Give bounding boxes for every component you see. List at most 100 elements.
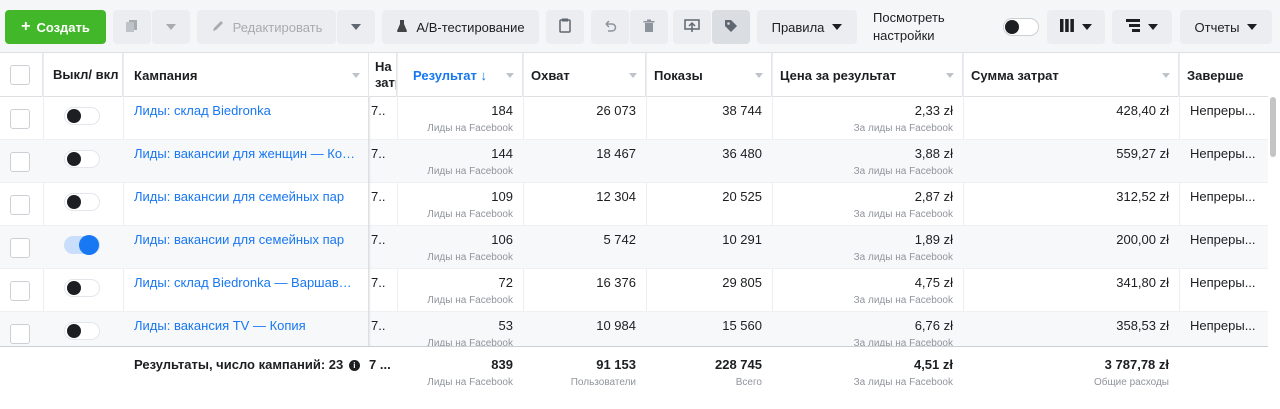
cpr-cell: 2,87 zł За лиды на Facebook [772,183,963,226]
chevron-down-icon [166,24,176,30]
result-cell: 184 Лиды на Facebook [397,97,523,140]
chevron-down-icon [629,73,637,78]
chevron-down-icon [506,73,514,78]
column-header-campaign[interactable]: Кампания [123,53,369,97]
totals-cpr-value: 4,51 zł [913,357,953,372]
impressions-value: 38 744 [722,103,762,118]
reports-label: Отчеты [1194,19,1240,35]
totals-impressions: 228 745 Всего [646,347,772,409]
totals-spend-value: 3 787,78 zł [1104,357,1169,372]
column-header-end[interactable]: Заверше [1179,53,1268,97]
chevron-down-icon [351,24,361,30]
campaign-name-link[interactable]: Лиды: вакансии для женщин — Копия [123,140,358,183]
column-header-result-label: Результат ↓ [413,67,487,83]
tag-button[interactable] [712,10,750,44]
view-settings-label[interactable]: Посмотреть настройки [873,9,983,45]
spend-value: 559,27 zł [1116,146,1169,161]
campaign-name-link[interactable]: Лиды: вакансии для семейных пар [123,183,358,226]
breakdown-icon [1126,19,1140,35]
result-subtitle: Лиды на Facebook [427,252,513,263]
spend-value: 312,52 zł [1116,189,1169,204]
view-settings-toggle[interactable] [1003,18,1039,36]
info-icon[interactable]: i [348,360,360,371]
totals-label-text: Результаты, число кампаний: 23 [134,357,344,372]
toggle-knob [67,109,81,123]
reach-value: 16 376 [596,275,636,290]
select-all-checkbox[interactable] [10,65,30,85]
totals-impressions-value: 228 745 [715,357,762,372]
column-header-impressions-label: Показы [654,67,703,83]
na-value: 7.. [371,189,386,204]
row-checkbox[interactable] [10,238,30,258]
undo-button[interactable] [591,10,629,44]
toggle-knob [1005,20,1019,34]
column-header-na[interactable]: На затр [369,53,397,97]
totals-cpr-subtitle: За лиды на Facebook [853,377,953,388]
edit-button[interactable]: Редактировать [197,10,336,44]
row-checkbox[interactable] [10,109,30,129]
cpr-subtitle: За лиды на Facebook [853,252,953,263]
table-row[interactable]: Лиды: вакансии для женщин — Копия 7.. 14… [0,140,1268,183]
toolbar: + Создать Редактировать A/B-тестирование [0,0,1280,53]
column-header-impressions[interactable]: Показы [646,53,772,97]
reach-value: 5 742 [603,232,636,247]
row-checkbox[interactable] [10,152,30,172]
campaign-toggle[interactable] [64,322,100,340]
rules-dropdown[interactable]: Правила [757,10,857,44]
breakdown-button[interactable] [1112,10,1172,44]
ab-test-button[interactable]: A/B-тестирование [382,10,539,44]
column-header-na-label: На затр [375,59,396,90]
result-value: 53 [498,318,513,333]
row-checkbox[interactable] [10,324,30,344]
end-value: Непреры... [1190,103,1256,118]
vertical-scrollbar[interactable] [1270,97,1276,157]
campaign-name-link[interactable]: Лиды: вакансии для семейных пар [123,226,358,269]
campaign-toggle[interactable] [64,107,100,125]
columns-icon [1060,19,1074,35]
cpr-value: 3,88 zł [914,146,953,161]
export-button[interactable] [673,10,711,44]
plus-icon: + [21,18,31,35]
campaign-name-link[interactable]: Лиды: склад Biedronka [123,97,358,140]
campaign-toggle[interactable] [64,150,100,168]
chevron-down-icon [946,73,954,78]
edit-dropdown[interactable] [337,10,375,44]
create-button[interactable]: + Создать [5,10,106,44]
columns-button[interactable] [1047,10,1105,44]
column-header-spend[interactable]: Сумма затрат [963,53,1179,97]
column-header-cpr[interactable]: Цена за результат [772,53,963,97]
duplicate-dropdown[interactable] [152,10,190,44]
impressions-value: 20 525 [722,189,762,204]
reports-dropdown[interactable]: Отчеты [1180,10,1272,44]
flask-icon [396,19,408,36]
end-value: Непреры... [1190,146,1256,161]
delete-button[interactable] [630,10,668,44]
campaign-toggle[interactable] [64,193,100,211]
cpr-value: 1,89 zł [914,232,953,247]
table-row[interactable]: Лиды: вакансии для семейных пар 7.. 109 … [0,183,1268,226]
table-row[interactable]: Лиды: склад Biedronka 7.. 184 Лиды на Fa… [0,97,1268,140]
duplicate-button[interactable] [113,10,151,44]
column-header-reach[interactable]: Охват [523,53,646,97]
column-header-cpr-label: Цена за результат [780,67,897,83]
clipboard-button[interactable] [546,10,584,44]
totals-na: 7 ... [369,357,391,372]
table-row[interactable]: Лиды: склад Biedronka — Варшава ... 7.. … [0,269,1268,312]
table-row[interactable]: Лиды: вакансии для семейных пар 7.. 106 … [0,226,1268,269]
edit-label: Редактировать [232,19,323,35]
campaign-toggle[interactable] [64,279,100,297]
row-checkbox[interactable] [10,281,30,301]
totals-reach: 91 153 Пользователи [523,347,646,409]
campaign-toggle[interactable] [64,235,100,255]
chevron-down-icon [1162,73,1170,78]
toggle-knob [67,195,81,209]
column-header-toggle[interactable]: Выкл/ вкл [43,53,123,97]
column-header-toggle-label: Выкл/ вкл [53,67,119,82]
result-value: 72 [498,275,513,290]
campaign-name-link[interactable]: Лиды: склад Biedronka — Варшава ... [123,269,358,312]
row-checkbox[interactable] [10,195,30,215]
totals-spend-subtitle: Общие расходы [1093,377,1169,388]
result-value: 106 [491,232,513,247]
column-header-result[interactable]: Результат ↓ [397,53,523,97]
result-subtitle: Лиды на Facebook [427,295,513,306]
